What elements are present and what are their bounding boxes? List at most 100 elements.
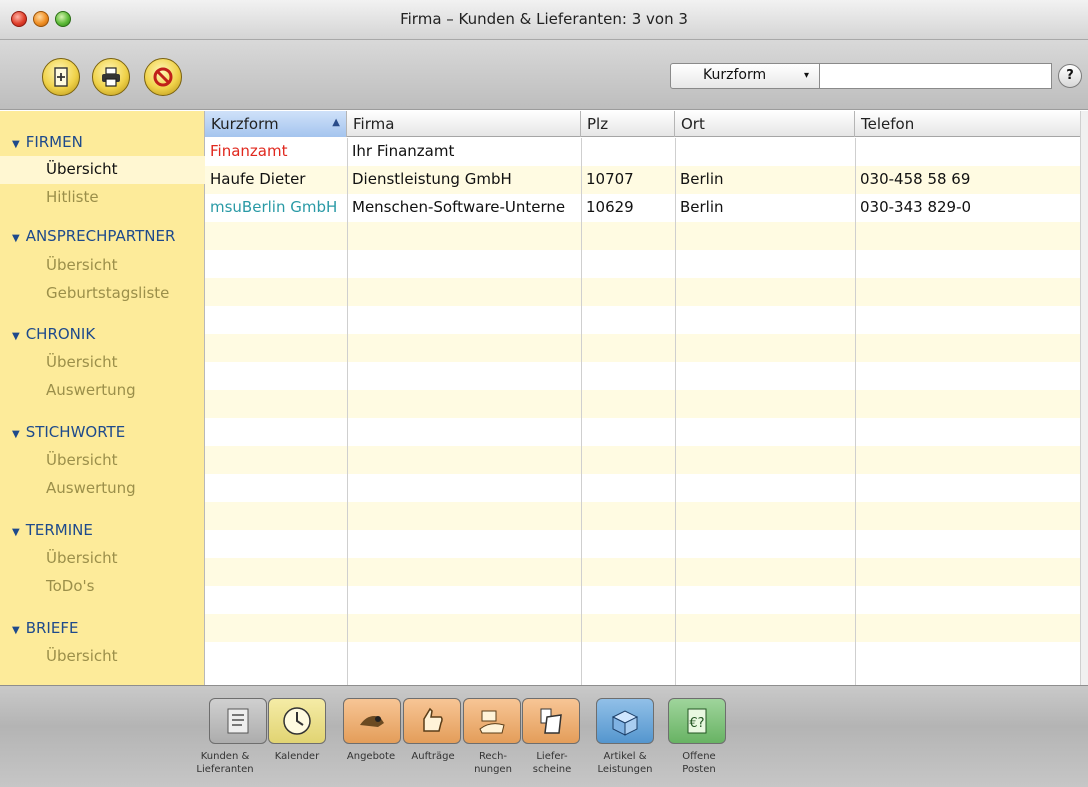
table-row[interactable] <box>205 586 1088 614</box>
table-cell-plz <box>581 138 675 166</box>
vertical-scrollbar[interactable] <box>1080 111 1088 685</box>
module-button-2[interactable] <box>343 698 401 744</box>
print-button[interactable] <box>92 58 130 96</box>
sidebar-item-stichworte-uebersicht[interactable]: Übersicht <box>0 447 205 475</box>
table-row[interactable]: Haufe Dieter Dienstleistung GmbH 10707 Berl… <box>205 166 1088 194</box>
module-label: Artikel & Leistungen <box>597 751 653 775</box>
window-title: Firma – Kunden & Lieferanten: 3 von 3 <box>400 10 688 28</box>
cancel-button[interactable] <box>144 58 182 96</box>
disclosure-triangle-icon: ▼ <box>12 625 20 636</box>
table-row[interactable] <box>205 502 1088 530</box>
sidebar-item-ansprechpartner-uebersicht[interactable]: Übersicht <box>0 252 205 280</box>
disclosure-triangle-icon: ▼ <box>12 139 20 150</box>
thumbs-up-icon <box>423 707 443 732</box>
box-icon <box>611 710 639 736</box>
table-row[interactable] <box>205 418 1088 446</box>
search-input[interactable] <box>820 63 1052 89</box>
table-row[interactable] <box>205 278 1088 306</box>
sidebar-item-firmen-hitliste[interactable]: Hitliste <box>0 184 205 212</box>
search-field-select-label: Kurzform <box>703 67 767 83</box>
table-body: Finanzamt Ihr Finanzamt Haufe Dieter Dienst… <box>205 138 1088 670</box>
table-cell-firma: Ihr Finanzamt <box>352 142 455 160</box>
table-row[interactable] <box>205 614 1088 642</box>
disclosure-triangle-icon: ▼ <box>12 429 20 440</box>
printer-icon <box>102 67 120 87</box>
table-row[interactable]: msuBerlin GmbH Menschen-Software-Unterne 1… <box>205 194 1088 222</box>
clock-icon <box>283 707 311 735</box>
module-button-7[interactable]: €? <box>668 698 726 744</box>
column-header-ort[interactable]: Ort <box>675 111 855 137</box>
sidebar-section-chronik[interactable]: ▼ CHRONIK <box>12 325 95 343</box>
module-button-5[interactable] <box>522 698 580 744</box>
table-row[interactable] <box>205 222 1088 250</box>
module-button-0[interactable] <box>209 698 267 744</box>
table-row[interactable] <box>205 362 1088 390</box>
sidebar-item-chronik-uebersicht[interactable]: Übersicht <box>0 349 205 377</box>
module-button-6[interactable] <box>596 698 654 744</box>
help-button[interactable]: ? <box>1058 64 1082 88</box>
table-cell-telefon: 030-343 829-0 <box>860 198 972 216</box>
module-label: Rech- nungen <box>474 751 512 775</box>
table-row[interactable] <box>205 390 1088 418</box>
module-label: Offene Posten <box>682 751 716 775</box>
table-cell-telefon <box>855 138 1080 166</box>
column-divider <box>581 138 582 685</box>
sidebar-section-stichworte[interactable]: ▼ STICHWORTE <box>12 423 125 441</box>
disclosure-triangle-icon: ▼ <box>12 233 20 244</box>
records-table: Kurzform ▲ Firma Plz Ort Telefon Finanza… <box>205 111 1088 685</box>
module-label: Kunden & Lieferanten <box>196 751 254 775</box>
chevron-down-icon: ▾ <box>803 70 809 81</box>
table-row[interactable] <box>205 558 1088 586</box>
disclosure-triangle-icon: ▼ <box>12 527 20 538</box>
table-cell-ort: Berlin <box>680 170 724 188</box>
sidebar-section-termine[interactable]: ▼ TERMINE <box>12 521 93 539</box>
sidebar-item-chronik-auswertung[interactable]: Auswertung <box>0 377 205 405</box>
column-header-firma[interactable]: Firma <box>347 111 581 137</box>
disclosure-triangle-icon: ▼ <box>12 331 20 342</box>
sidebar-item-todos[interactable]: ToDo's <box>0 573 205 601</box>
table-cell-telefon: 030-458 58 69 <box>860 170 971 188</box>
table-cell-firma: Menschen-Software-Unterne <box>352 198 566 216</box>
title-bar: Firma – Kunden & Lieferanten: 3 von 3 <box>0 0 1088 40</box>
column-header-plz[interactable]: Plz <box>581 111 675 137</box>
module-label: Aufträge <box>411 751 455 762</box>
module-button-1[interactable] <box>268 698 326 744</box>
table-row[interactable] <box>205 642 1088 670</box>
table-cell-ort <box>675 138 855 166</box>
sidebar: ▼ FIRMEN Übersicht Hitliste ▼ ANSPRECHPART… <box>0 111 205 685</box>
table-cell-plz: 10629 <box>586 198 634 216</box>
offer-hand-icon <box>360 716 384 727</box>
sidebar-item-briefe-uebersicht[interactable]: Übersicht <box>0 643 205 671</box>
table-row[interactable] <box>205 474 1088 502</box>
module-button-3[interactable] <box>403 698 461 744</box>
delivery-note-icon <box>540 708 562 734</box>
module-button-4[interactable] <box>463 698 521 744</box>
search-field-select[interactable]: Kurzform ▾ <box>670 63 820 89</box>
table-cell-kurzform: msuBerlin GmbH <box>210 198 338 216</box>
sidebar-section-ansprechpartner[interactable]: ▼ ANSPRECHPARTNER <box>12 227 175 245</box>
module-label: Kalender <box>274 751 320 762</box>
table-row[interactable] <box>205 446 1088 474</box>
sidebar-item-stichworte-auswertung[interactable]: Auswertung <box>0 475 205 503</box>
table-row[interactable] <box>205 530 1088 558</box>
module-label: Liefer- scheine <box>532 751 572 775</box>
table-row[interactable] <box>205 334 1088 362</box>
sidebar-section-firmen[interactable]: ▼ FIRMEN <box>12 133 83 151</box>
sidebar-item-termine-uebersicht[interactable]: Übersicht <box>0 545 205 573</box>
toolbar: Kurzform ▾ ? <box>0 40 1088 110</box>
new-record-icon <box>54 67 68 87</box>
column-divider <box>675 138 676 685</box>
sidebar-section-briefe[interactable]: ▼ BRIEFE <box>12 619 78 637</box>
table-row[interactable] <box>205 306 1088 334</box>
column-divider <box>855 138 856 685</box>
table-cell-firma: Dienstleistung GmbH <box>352 170 512 188</box>
new-record-button[interactable] <box>42 58 80 96</box>
column-header-telefon[interactable]: Telefon <box>855 111 1080 137</box>
table-row[interactable] <box>205 250 1088 278</box>
svg-text:€?: €? <box>689 716 704 731</box>
table-row[interactable]: Finanzamt Ihr Finanzamt <box>205 138 1088 166</box>
sidebar-item-geburtstagsliste[interactable]: Geburtstagsliste <box>0 280 205 308</box>
sort-ascending-icon: ▲ <box>332 117 340 128</box>
column-header-kurzform[interactable]: Kurzform ▲ <box>205 111 347 137</box>
sidebar-item-firmen-uebersicht[interactable]: Übersicht <box>0 156 205 184</box>
